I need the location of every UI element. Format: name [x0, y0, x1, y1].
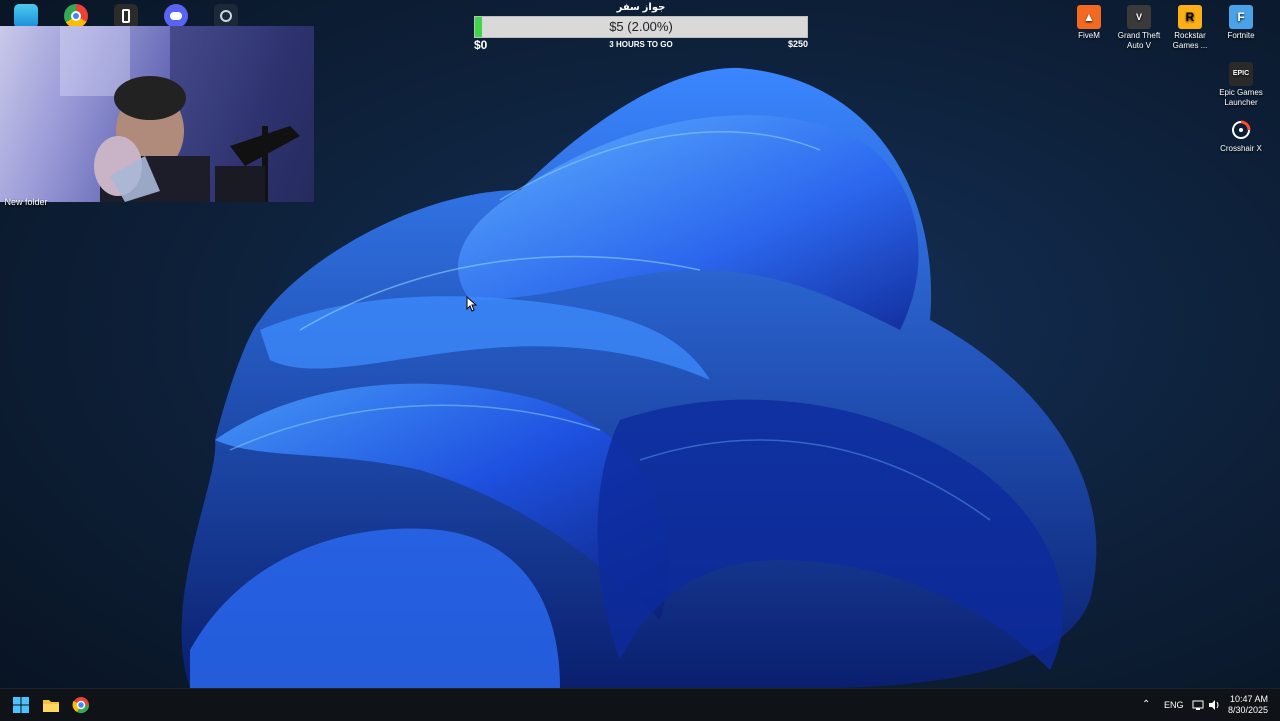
desktop-icon-label: Rockstar Games ...	[1172, 31, 1208, 50]
steam-icon[interactable]	[214, 4, 238, 28]
tray-overflow-chevron-icon[interactable]: ⌃	[1142, 699, 1150, 710]
new-folder-label[interactable]: New folder	[4, 197, 48, 207]
desktop-icon-epic-games[interactable]: EPIC Epic Games Launcher	[1216, 62, 1266, 108]
desktop-icon-gta-v[interactable]: V Grand Theft Auto V	[1114, 5, 1164, 51]
clock-time: 10:47 AM	[1229, 694, 1268, 704]
chrome-icon[interactable]	[64, 4, 88, 28]
desktop-icon-label: Epic Games Launcher	[1219, 88, 1263, 107]
system-clock[interactable]: 10:47 AM 8/30/2025	[1228, 694, 1268, 716]
chrome-taskbar-icon[interactable]	[72, 696, 90, 714]
webcam-person-image	[60, 26, 314, 202]
epic-icon: EPIC	[1229, 62, 1253, 86]
donation-goal-amount: $5 (2.00%)	[609, 19, 673, 34]
desktop-icon-rockstar[interactable]: R Rockstar Games ...	[1165, 5, 1215, 51]
gta-icon: V	[1127, 5, 1151, 29]
donation-goal-widget: جواز سفر $5 (2.00%) $0 3 HOURS TO GO $25…	[474, 2, 808, 52]
desktop-icon-monitor[interactable]	[14, 4, 38, 28]
donation-goal-time-left: 3 HOURS TO GO	[609, 40, 673, 49]
webcam-overlay	[0, 26, 314, 202]
desktop-icon-fortnite[interactable]: F Fortnite	[1216, 5, 1266, 41]
desktop-icon-label: FiveM	[1078, 31, 1100, 40]
desktop-icon-crosshair-x[interactable]: Crosshair X	[1216, 118, 1266, 154]
fortnite-icon: F	[1229, 5, 1253, 29]
input-language-indicator[interactable]: ENG	[1164, 700, 1184, 710]
donation-goal-progress-bar: $5 (2.00%)	[474, 16, 808, 38]
discord-icon[interactable]	[164, 4, 188, 28]
donation-goal-title: جواز سفر	[616, 2, 666, 13]
mouse-cursor-icon	[466, 296, 478, 312]
fivem-icon: ▲	[1077, 5, 1101, 29]
donation-goal-max-label: $250	[787, 39, 808, 49]
taskbar: ⌃ ENG 10:47 AM 8/30/2025	[0, 688, 1280, 721]
desktop-icon-label: Fortnite	[1227, 31, 1255, 40]
network-icon[interactable]	[1192, 699, 1204, 711]
volume-icon[interactable]	[1208, 699, 1220, 711]
rockstar-icon: R	[1178, 5, 1202, 29]
file-explorer-icon[interactable]	[42, 696, 60, 714]
desktop-icon-fivem[interactable]: ▲ FiveM	[1064, 5, 1114, 41]
crosshair-icon	[1229, 118, 1253, 142]
phone-link-icon[interactable]	[114, 4, 138, 28]
start-windows-icon[interactable]	[12, 696, 30, 714]
desktop-icon-label: Crosshair X	[1220, 144, 1262, 153]
desktop-icon-label: Grand Theft Auto V	[1117, 31, 1161, 50]
clock-date: 8/30/2025	[1227, 705, 1268, 715]
